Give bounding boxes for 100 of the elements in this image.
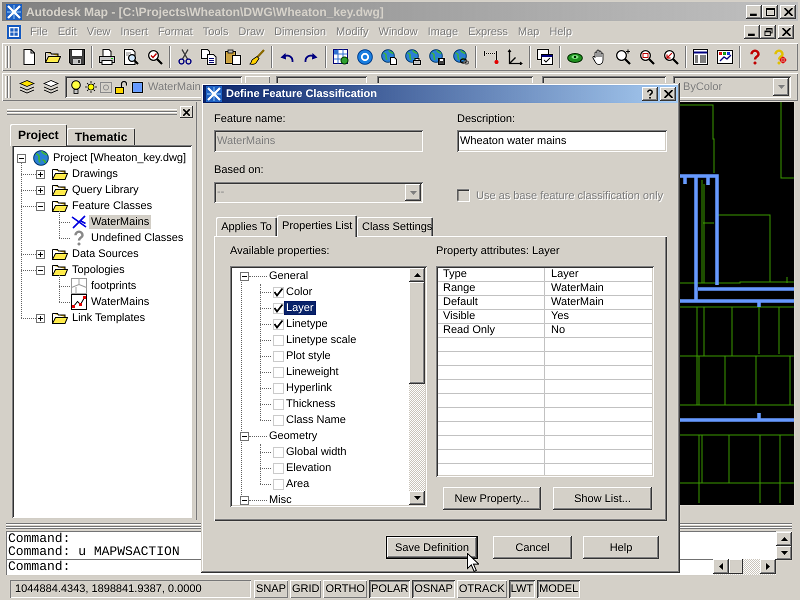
checkbox[interactable] xyxy=(273,462,284,474)
collapse-toggle[interactable] xyxy=(240,272,249,280)
action-button[interactable]: New Property... xyxy=(443,487,541,510)
globe-printer-icon[interactable] xyxy=(405,49,421,65)
tree-item[interactable]: Project [Wheaton_key.dwg] xyxy=(51,151,188,165)
tree-item[interactable]: Topologies xyxy=(70,263,127,277)
checkbox[interactable] xyxy=(273,334,284,346)
axes-icon[interactable] xyxy=(507,49,523,65)
tree-item[interactable]: Area xyxy=(284,477,312,491)
collapse-toggle[interactable] xyxy=(36,266,45,274)
status-toggle[interactable]: LWT xyxy=(508,580,536,598)
description-field[interactable]: Wheaton water mains xyxy=(457,130,667,152)
scrollbar-track[interactable] xyxy=(776,531,792,559)
scrollbar-thumb[interactable] xyxy=(729,559,743,574)
printer-icon[interactable] xyxy=(99,49,115,65)
magnifier-check-icon[interactable] xyxy=(147,49,163,65)
collapse-toggle[interactable] xyxy=(17,154,26,162)
tab[interactable]: Applies To xyxy=(216,217,277,236)
scrollbar-thumb[interactable] xyxy=(409,282,425,384)
layers-icon[interactable] xyxy=(19,79,35,95)
tree-item[interactable]: WaterMains xyxy=(89,215,152,229)
dropdown-field[interactable] xyxy=(542,76,666,83)
tree-item[interactable]: WaterMains xyxy=(89,295,152,309)
tree-item[interactable]: Misc xyxy=(267,493,294,505)
tree-item[interactable]: Drawings xyxy=(70,167,120,181)
expand-toggle[interactable] xyxy=(36,186,45,194)
grip-handle[interactable] xyxy=(5,76,11,98)
checkbox[interactable] xyxy=(273,286,284,298)
print-preview-icon[interactable] xyxy=(123,49,139,65)
grip-handle[interactable] xyxy=(5,46,11,68)
tree-item[interactable]: Linetype xyxy=(284,317,330,331)
status-toggle[interactable]: MODEL xyxy=(537,580,580,598)
checkbox[interactable] xyxy=(273,446,284,458)
paintbrush-icon[interactable] xyxy=(249,49,265,65)
globe-disk-icon[interactable] xyxy=(429,49,445,65)
tree-item[interactable]: Plot style xyxy=(284,349,333,363)
close-button[interactable] xyxy=(660,87,676,101)
tree-item[interactable]: Color xyxy=(284,285,314,299)
tree-item[interactable]: Lineweight xyxy=(284,365,341,379)
help-button[interactable] xyxy=(642,87,658,101)
dropdown-field[interactable] xyxy=(377,76,533,83)
tree-item[interactable]: General xyxy=(267,269,310,283)
tree-item[interactable]: Hyperlink xyxy=(284,381,334,395)
checkbox[interactable] xyxy=(273,414,284,426)
expand-toggle[interactable] xyxy=(36,314,45,322)
tree-item[interactable]: Elevation xyxy=(284,461,334,475)
tree-item[interactable]: Data Sources xyxy=(70,247,141,261)
tree-item[interactable]: Global width xyxy=(284,445,349,459)
tab[interactable]: Project xyxy=(10,124,67,146)
tree-item[interactable]: Class Name xyxy=(284,413,348,427)
zoom-previous-icon[interactable] xyxy=(663,49,679,65)
toolbar-button[interactable] xyxy=(245,76,270,83)
tab[interactable]: Thematic xyxy=(66,128,136,145)
checkbox[interactable] xyxy=(273,366,284,378)
scroll-right-button[interactable] xyxy=(760,559,776,574)
checkbox[interactable] xyxy=(273,318,284,330)
scroll-down-button[interactable] xyxy=(409,491,425,505)
scroll-down-button[interactable] xyxy=(776,546,792,560)
status-toggle[interactable]: SNAP xyxy=(254,580,288,598)
scroll-up-button[interactable] xyxy=(409,268,425,282)
tree-item[interactable]: Thickness xyxy=(284,397,338,411)
map-grid-icon[interactable] xyxy=(333,49,349,65)
close-button[interactable] xyxy=(778,25,794,39)
tree-item[interactable]: Feature Classes xyxy=(70,199,154,213)
status-toggle[interactable]: GRID xyxy=(290,580,322,598)
collapse-toggle[interactable] xyxy=(240,432,249,440)
zoom-icon[interactable] xyxy=(615,49,631,65)
tree-item[interactable]: Undefined Classes xyxy=(89,231,186,245)
layer-sheets-icon[interactable] xyxy=(43,79,59,95)
status-toggle[interactable]: ORTHO xyxy=(323,580,367,598)
copy-icon[interactable] xyxy=(201,49,217,65)
checkbox[interactable] xyxy=(273,302,284,314)
minimize-button[interactable] xyxy=(744,25,760,39)
tree-item[interactable]: Layer xyxy=(284,301,316,315)
open-folder-icon[interactable] xyxy=(45,49,61,65)
new-file-icon[interactable] xyxy=(21,49,37,65)
restore-button[interactable] xyxy=(760,25,776,39)
checkbox[interactable] xyxy=(273,398,284,410)
expand-toggle[interactable] xyxy=(36,250,45,258)
checkbox[interactable] xyxy=(273,478,284,490)
expand-toggle[interactable] xyxy=(36,170,45,178)
grip-handle[interactable] xyxy=(7,109,177,115)
tab[interactable]: Properties List xyxy=(277,215,357,237)
dialog-button[interactable]: Cancel xyxy=(493,536,572,559)
close-button[interactable] xyxy=(180,106,193,118)
checkbox[interactable] xyxy=(273,382,284,394)
zoom-window-icon[interactable] xyxy=(639,49,655,65)
dialog-button[interactable]: Save Definition xyxy=(386,536,478,559)
status-toggle[interactable]: POLAR xyxy=(369,580,410,598)
palette-icon[interactable] xyxy=(717,49,733,65)
window-stack-icon[interactable] xyxy=(537,49,553,65)
tab[interactable]: Class Settings xyxy=(357,217,433,236)
clipboard-icon[interactable] xyxy=(225,49,241,65)
collapse-toggle[interactable] xyxy=(240,496,249,504)
tree-item[interactable]: Link Templates xyxy=(70,311,148,325)
dropdown-field[interactable] xyxy=(276,76,367,83)
scissors-icon[interactable] xyxy=(177,49,193,65)
status-toggle[interactable]: OSNAP xyxy=(412,580,455,598)
checkbox[interactable] xyxy=(273,350,284,362)
status-toggle[interactable]: OTRACK xyxy=(456,580,507,598)
